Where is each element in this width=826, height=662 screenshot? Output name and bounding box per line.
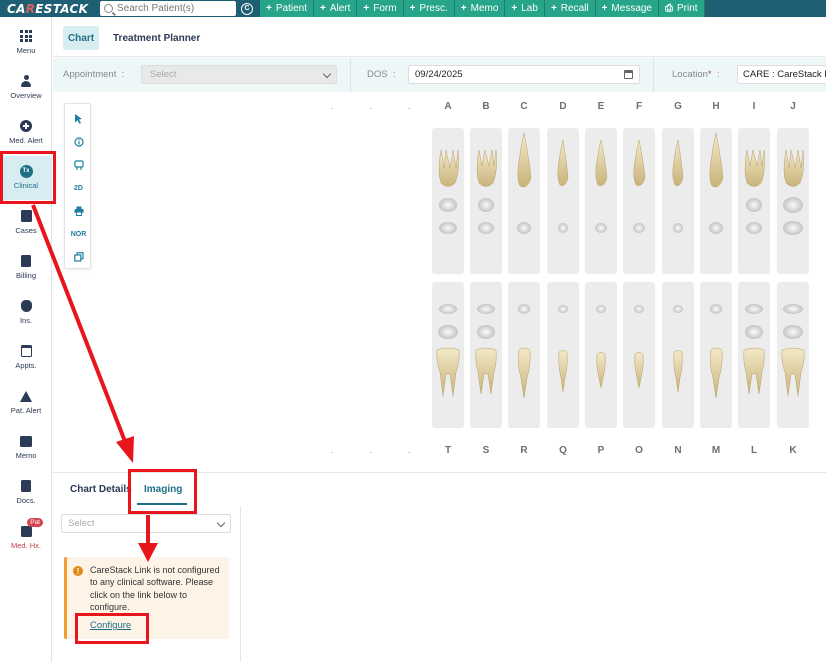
tab-chart-details[interactable]: Chart Details [70,484,132,495]
imaging-select-value: Select [68,518,95,529]
panel-divider [240,506,241,662]
annotation-box-imaging [128,469,197,514]
annotation-box-clinical [0,151,56,204]
imaging-software-select[interactable]: Select [61,514,231,533]
warning-icon: ! [73,566,83,576]
warning-message: CareStack Link is not configured to any … [90,565,220,613]
chevron-down-icon [216,518,226,528]
annotation-box-configure [75,613,149,644]
app-root: CARESTACK C +Patient +Alert +Form +Presc… [0,0,826,662]
